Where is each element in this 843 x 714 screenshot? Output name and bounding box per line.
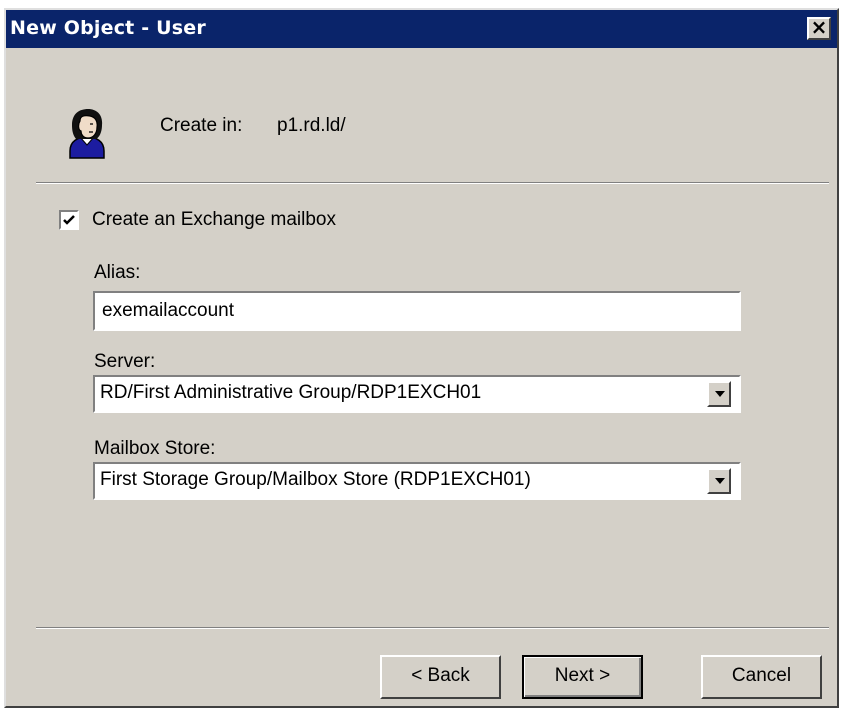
next-button[interactable]: Next > [522,655,643,699]
alias-input[interactable] [93,291,741,331]
user-icon [66,107,108,159]
mailbox-store-dropdown-button[interactable] [707,468,731,494]
chevron-down-icon [715,391,725,397]
chevron-down-icon [715,478,725,484]
back-button[interactable]: < Back [380,655,501,699]
server-value: RD/First Administrative Group/RDP1EXCH01 [100,382,482,403]
mailbox-store-select[interactable]: First Storage Group/Mailbox Store (RDP1E… [93,462,741,500]
close-button[interactable]: × [807,17,831,40]
create-in-label: Create in: [160,115,243,136]
checkmark-icon [63,215,75,225]
dialog-window: New Object - User × Create in: p1.rd.ld/… [4,8,839,708]
create-in-path: p1.rd.ld/ [277,115,346,136]
create-mailbox-label[interactable]: Create an Exchange mailbox [92,209,336,231]
title-bar[interactable]: New Object - User × [6,10,837,48]
server-label: Server: [94,351,156,372]
bottom-divider [36,627,829,629]
mailbox-store-value: First Storage Group/Mailbox Store (RDP1E… [100,469,531,490]
alias-label: Alias: [94,262,141,283]
create-mailbox-checkbox[interactable] [59,210,79,230]
window-title: New Object - User [10,17,206,39]
server-select[interactable]: RD/First Administrative Group/RDP1EXCH01 [93,375,741,413]
close-icon: × [810,15,828,39]
cancel-button[interactable]: Cancel [701,655,822,699]
server-dropdown-button[interactable] [707,381,731,407]
top-divider [36,182,829,184]
mailbox-store-label: Mailbox Store: [94,438,216,459]
